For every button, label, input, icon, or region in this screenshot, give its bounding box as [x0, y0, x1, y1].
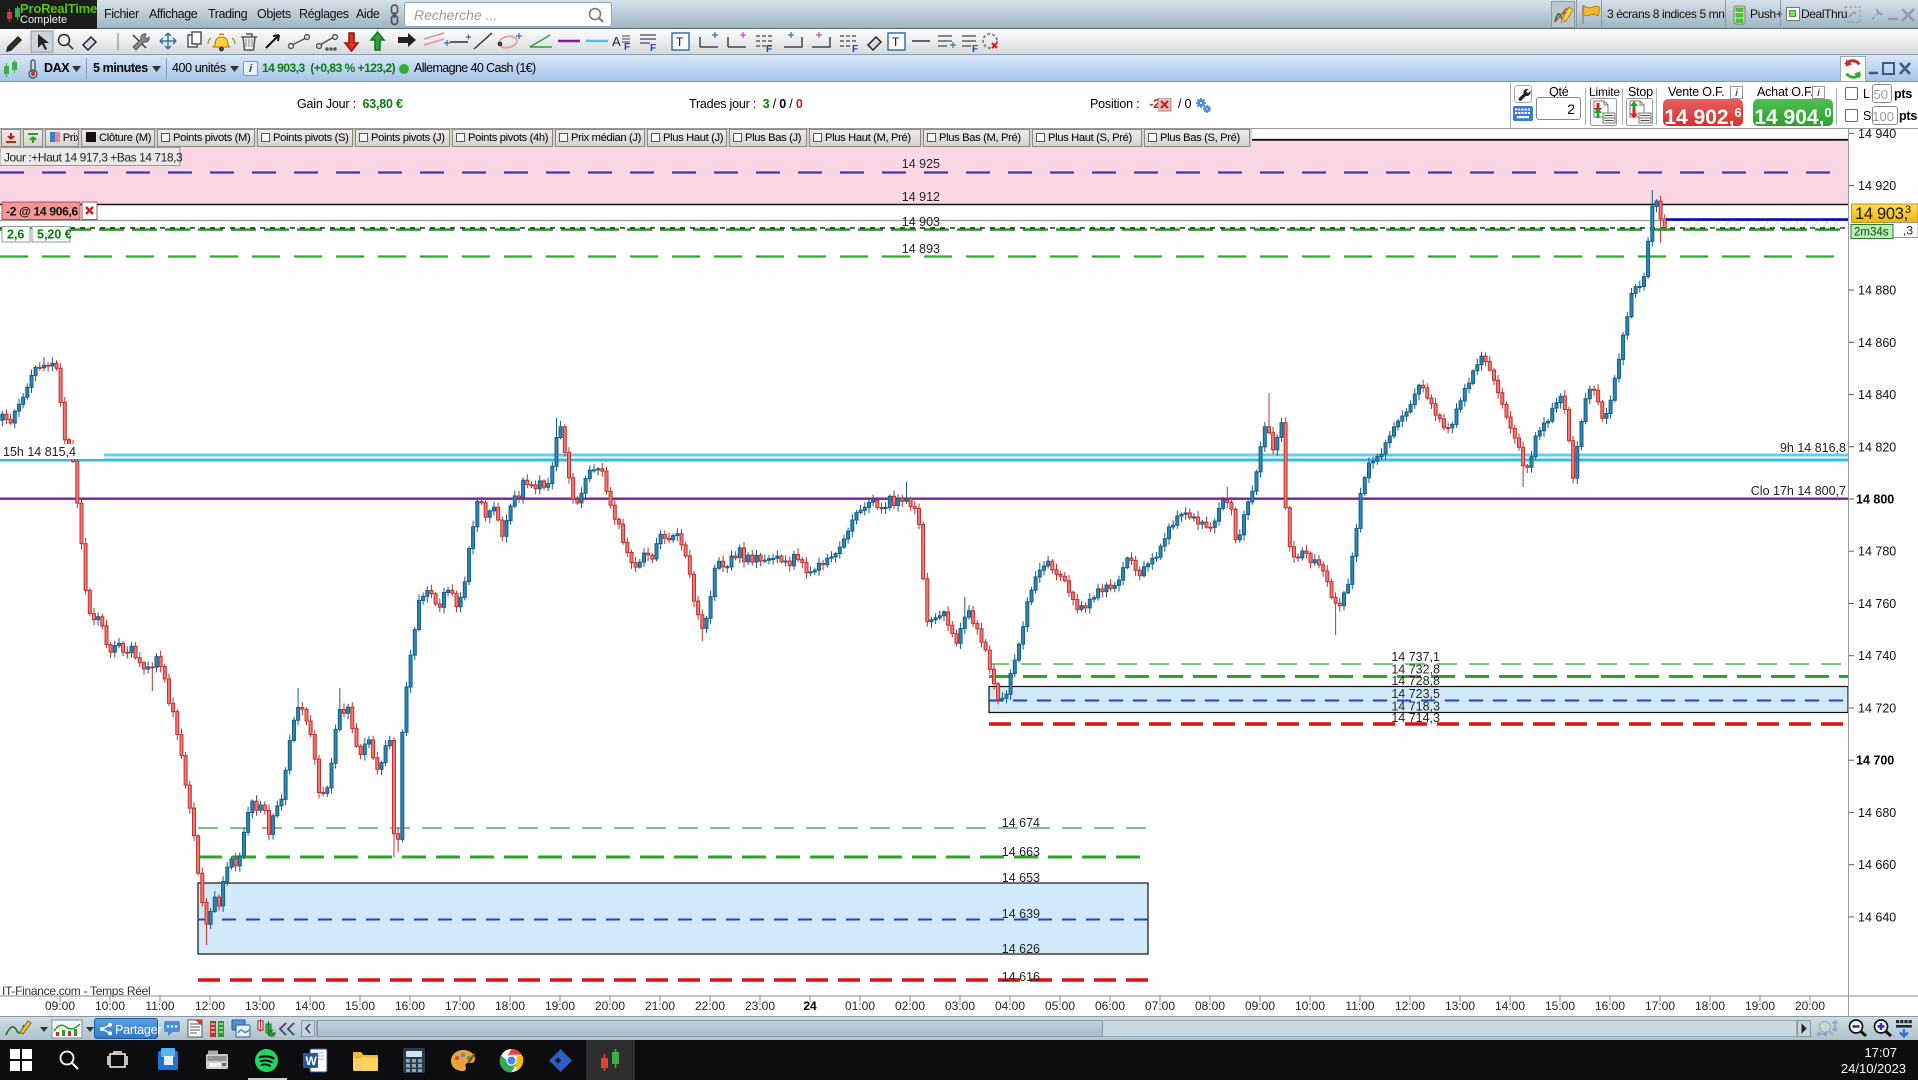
svg-text:3: 3	[1905, 204, 1911, 216]
svg-text:14 920: 14 920	[1858, 179, 1896, 193]
svg-text:15h 14 815,4: 15h 14 815,4	[3, 445, 76, 459]
svg-text:19:00: 19:00	[1745, 999, 1775, 1013]
svg-text:14 720: 14 720	[1858, 702, 1896, 716]
svg-text:14 760: 14 760	[1858, 597, 1896, 611]
svg-text:24: 24	[803, 999, 817, 1013]
svg-text:18:00: 18:00	[495, 999, 525, 1013]
svg-text:14 740: 14 740	[1858, 649, 1896, 663]
svg-text:14 912: 14 912	[902, 190, 940, 204]
svg-text:Jour :+Haut 14 917,3 +Bas 14 7: Jour :+Haut 14 917,3 +Bas 14 718,3	[4, 151, 183, 165]
svg-text:14 626: 14 626	[1002, 942, 1040, 956]
svg-text:11:00: 11:00	[145, 999, 174, 1013]
svg-text:9h 14 816,8: 9h 14 816,8	[1780, 441, 1846, 455]
svg-text:14 925: 14 925	[902, 157, 940, 171]
svg-text:W: W	[306, 1054, 318, 1068]
svg-text:01:00: 01:00	[845, 999, 875, 1013]
svg-text:14:00: 14:00	[1495, 999, 1525, 1013]
svg-text:A: A	[612, 34, 621, 49]
svg-text:F: F	[766, 44, 772, 54]
svg-text:12:00: 12:00	[195, 999, 225, 1013]
svg-text:Clo 17h 14 800,7: Clo 17h 14 800,7	[1751, 484, 1846, 498]
svg-text:14 616: 14 616	[1002, 970, 1040, 984]
svg-text:12:00: 12:00	[1395, 999, 1425, 1013]
svg-text:14 680: 14 680	[1858, 806, 1896, 820]
svg-text:19:00: 19:00	[545, 999, 575, 1013]
svg-text:20:00: 20:00	[595, 999, 625, 1013]
svg-text:16:00: 16:00	[1595, 999, 1625, 1013]
svg-text:2,6: 2,6	[7, 228, 24, 242]
svg-text:14 663: 14 663	[1002, 845, 1040, 859]
svg-text:14 940: 14 940	[1858, 129, 1896, 141]
svg-text:14 714,3: 14 714,3	[1391, 711, 1440, 725]
svg-text:13:00: 13:00	[245, 999, 275, 1013]
svg-text:16:00: 16:00	[395, 999, 425, 1013]
svg-text:21:00: 21:00	[645, 999, 675, 1013]
svg-text:T: T	[892, 35, 900, 49]
svg-text:06:00: 06:00	[1095, 999, 1125, 1013]
svg-text:17:00: 17:00	[445, 999, 475, 1013]
svg-text:23:00: 23:00	[745, 999, 775, 1013]
svg-text:5,20 €: 5,20 €	[37, 228, 72, 242]
svg-text:09:00: 09:00	[45, 999, 75, 1013]
svg-text:F: F	[972, 44, 978, 54]
svg-text:14 639: 14 639	[1002, 907, 1040, 921]
svg-text:14 903,: 14 903,	[1855, 205, 1908, 223]
svg-text:08:00: 08:00	[1195, 999, 1225, 1013]
svg-text:14 820: 14 820	[1858, 440, 1896, 454]
svg-text:02:00: 02:00	[895, 999, 925, 1013]
svg-text:09:00: 09:00	[1245, 999, 1275, 1013]
svg-text:22:00: 22:00	[695, 999, 725, 1013]
svg-text:20:00: 20:00	[1795, 999, 1825, 1013]
svg-text:14 640: 14 640	[1858, 910, 1896, 924]
svg-text:14 674: 14 674	[1002, 816, 1040, 830]
svg-text:14:00: 14:00	[295, 999, 325, 1013]
svg-text:14 800: 14 800	[1856, 493, 1894, 507]
svg-text:14 840: 14 840	[1858, 388, 1896, 402]
svg-text:04:00: 04:00	[995, 999, 1025, 1013]
svg-text:18:00: 18:00	[1695, 999, 1725, 1013]
svg-text:F: F	[624, 42, 630, 53]
svg-text:14 660: 14 660	[1858, 858, 1896, 872]
svg-text:17:00: 17:00	[1645, 999, 1675, 1013]
svg-text:14 700: 14 700	[1856, 754, 1894, 768]
svg-text:10:00: 10:00	[95, 999, 125, 1013]
svg-text:13:00: 13:00	[1445, 999, 1475, 1013]
svg-text:03:00: 03:00	[945, 999, 975, 1013]
svg-text:10:00: 10:00	[1295, 999, 1325, 1013]
svg-text:2m34s: 2m34s	[1854, 227, 1889, 239]
svg-text:,3: ,3	[1903, 224, 1913, 238]
svg-text:T: T	[676, 35, 684, 49]
svg-text:14 780: 14 780	[1858, 545, 1896, 559]
svg-text:14 653: 14 653	[1002, 871, 1040, 885]
svg-text:14 893: 14 893	[902, 242, 940, 256]
svg-text:14 880: 14 880	[1858, 284, 1896, 298]
svg-text:F: F	[852, 44, 858, 54]
svg-text:-2 @ 14 906,6: -2 @ 14 906,6	[6, 205, 78, 219]
svg-text:15:00: 15:00	[1545, 999, 1575, 1013]
svg-text:F: F	[650, 43, 656, 54]
svg-text:07:00: 07:00	[1145, 999, 1175, 1013]
svg-text:05:00: 05:00	[1045, 999, 1075, 1013]
svg-text:14 903: 14 903	[902, 215, 940, 229]
svg-text:15:00: 15:00	[345, 999, 375, 1013]
svg-text:14 728,8: 14 728,8	[1391, 674, 1440, 688]
svg-text:14 860: 14 860	[1858, 336, 1896, 350]
svg-text:11:00: 11:00	[1345, 999, 1374, 1013]
